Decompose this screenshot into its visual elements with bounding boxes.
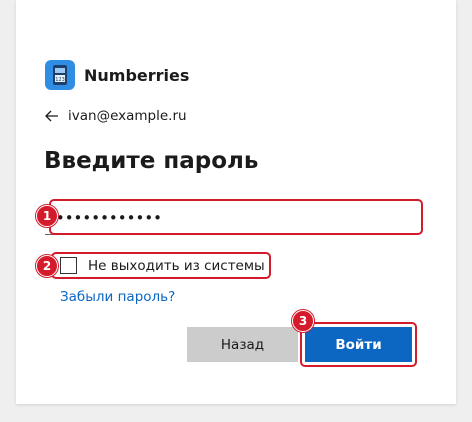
svg-text:123: 123 [55,77,65,83]
account-email: ivan@example.ru [68,108,187,124]
sign-in-highlight [300,322,417,367]
brand-header: 123 Numberries [45,60,189,90]
page-title: Введите пароль [44,148,259,174]
step-marker-3: 3 [292,310,314,332]
app-name: Numberries [84,65,190,85]
step-marker-2: 2 [36,255,58,277]
arrow-left-icon[interactable] [44,108,60,124]
back-to-account-link[interactable]: ivan@example.ru [44,108,187,124]
keep-signed-in-highlight [51,252,271,279]
password-highlight [49,199,423,235]
forgot-password-link[interactable]: Забыли пароль? [60,289,175,305]
step-marker-1: 1 [36,205,58,227]
numberries-app-icon: 123 [45,60,75,90]
back-button[interactable]: Назад [187,327,298,362]
